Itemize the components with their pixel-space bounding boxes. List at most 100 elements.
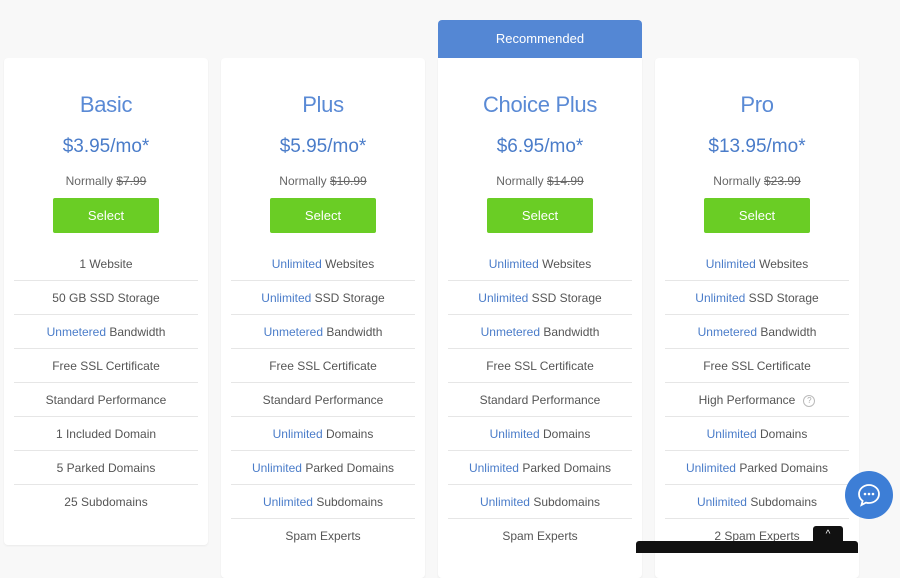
help-icon[interactable]: ? [803, 394, 816, 407]
normal-price-line: Normally $10.99 [221, 174, 425, 188]
normal-price: $23.99 [763, 174, 801, 188]
feature-highlight: Unlimited [468, 461, 519, 475]
feature-item: Spam Experts [448, 519, 632, 552]
feature-item: Standard Performance [14, 383, 198, 417]
chat-button[interactable] [845, 471, 893, 519]
normal-price: $14.99 [546, 174, 584, 188]
feature-highlight: Unlimited [489, 427, 540, 441]
feature-text: Standard Performance [262, 393, 384, 407]
feature-text: 25 Subdomains [64, 495, 148, 509]
feature-item: Unlimited Subdomains [448, 485, 632, 519]
feature-item: Unmetered Bandwidth [665, 315, 849, 349]
feature-list: Unlimited Websites Unlimited SSD Storage U… [231, 247, 415, 552]
feature-item: Unlimited Websites [231, 247, 415, 281]
feature-highlight: Unmetered [480, 325, 540, 339]
normal-price-line: Normally $14.99 [438, 174, 642, 188]
plan-price: $3.95/mo* [62, 136, 150, 157]
feature-item: Unlimited Domains [231, 417, 415, 451]
feature-text: Parked Domains [301, 461, 395, 475]
feature-item: Free SSL Certificate [448, 349, 632, 383]
chat-bubble-icon [858, 484, 880, 507]
feature-item: Free SSL Certificate [665, 349, 849, 383]
normal-price-line: Normally $7.99 [4, 174, 208, 188]
normal-price: $7.99 [116, 174, 147, 188]
plan-name: Basic [79, 92, 133, 117]
feature-text: Domains [756, 427, 808, 441]
plan-price: $6.95/mo* [496, 136, 584, 157]
select-button[interactable]: Select [270, 198, 376, 233]
feature-text: 1 Website [79, 257, 133, 271]
select-button[interactable]: Select [704, 198, 810, 233]
feature-highlight: Unmetered [263, 325, 323, 339]
feature-item: 1 Included Domain [14, 417, 198, 451]
feature-text: SSD Storage [745, 291, 819, 305]
chevron-up-icon: ^ [825, 529, 831, 540]
feature-text: Domains [539, 427, 591, 441]
feature-item: 25 Subdomains [14, 485, 198, 518]
feature-item: Unlimited Subdomains [231, 485, 415, 519]
feature-text: 5 Parked Domains [56, 461, 156, 475]
normal-price: $10.99 [329, 174, 367, 188]
feature-item: Unlimited Parked Domains [665, 451, 849, 485]
normally-label: Normally [713, 174, 761, 188]
feature-text: Parked Domains [518, 461, 612, 475]
feature-item: Unlimited SSD Storage [448, 281, 632, 315]
feature-text: Bandwidth [323, 325, 383, 339]
normally-label: Normally [65, 174, 113, 188]
feature-item: Spam Experts [231, 519, 415, 552]
feature-highlight: Unlimited [685, 461, 736, 475]
feature-highlight: Unlimited [251, 461, 302, 475]
plan-card-choice-plus: Choice Plus $6.95/mo* Normally $14.99 Selec… [438, 58, 642, 578]
feature-item: 5 Parked Domains [14, 451, 198, 485]
select-button[interactable]: Select [487, 198, 593, 233]
feature-highlight: Unlimited [261, 291, 312, 305]
scroll-top-button[interactable]: ^ [813, 526, 843, 544]
feature-text: Bandwidth [757, 325, 817, 339]
feature-text: Standard Performance [479, 393, 601, 407]
feature-text: Free SSL Certificate [52, 359, 160, 373]
feature-item: 50 GB SSD Storage [14, 281, 198, 315]
normal-price-line: Normally $23.99 [655, 174, 859, 188]
plan-name: Pro [740, 92, 774, 117]
plan-name: Choice Plus [482, 92, 598, 117]
plan-price: $5.95/mo* [279, 136, 367, 157]
select-button[interactable]: Select [53, 198, 159, 233]
feature-text: Free SSL Certificate [486, 359, 594, 373]
feature-text: Spam Experts [285, 529, 361, 543]
feature-item: Unlimited Parked Domains [448, 451, 632, 485]
feature-list: Unlimited Websites Unlimited SSD Storage U… [665, 247, 849, 552]
feature-item: Unmetered Bandwidth [14, 315, 198, 349]
plan-card-pro: Pro $13.95/mo* Normally $23.99 Select Unlimi… [655, 58, 859, 578]
feature-item: Standard Performance [231, 383, 415, 417]
feature-item: Free SSL Certificate [231, 349, 415, 383]
feature-item: 1 Website [14, 247, 198, 281]
feature-highlight: Unlimited [271, 257, 322, 271]
feature-text: Websites [321, 257, 375, 271]
feature-highlight: Unlimited [705, 257, 756, 271]
feature-item: Unlimited Domains [448, 417, 632, 451]
feature-highlight: Unlimited [695, 291, 746, 305]
feature-list: 1 Website 50 GB SSD Storage Unmetered Band… [14, 247, 198, 518]
normally-label: Normally [496, 174, 544, 188]
feature-item: Unlimited Websites [448, 247, 632, 281]
feature-text: Subdomains [529, 495, 601, 509]
feature-text: Websites [538, 257, 592, 271]
feature-text: Free SSL Certificate [269, 359, 377, 373]
feature-highlight: Unmetered [697, 325, 757, 339]
feature-text: Bandwidth [106, 325, 166, 339]
feature-text: High Performance [698, 393, 796, 407]
feature-item: Unlimited Domains [665, 417, 849, 451]
plan-name: Plus [302, 92, 344, 117]
feature-text: 1 Included Domain [55, 427, 157, 441]
feature-item: Standard Performance [448, 383, 632, 417]
feature-text: Bandwidth [540, 325, 600, 339]
feature-item: Unmetered Bandwidth [231, 315, 415, 349]
feature-text: SSD Storage [528, 291, 602, 305]
feature-list: Unlimited Websites Unlimited SSD Storage U… [448, 247, 632, 552]
plan-card-basic: Basic $3.95/mo* Normally $7.99 Select 1 Webs… [4, 58, 208, 545]
plan-card-plus: Plus $5.95/mo* Normally $10.99 Select Unlimi… [221, 58, 425, 578]
feature-item: High Performance? [665, 383, 849, 417]
feature-text: Free SSL Certificate [703, 359, 811, 373]
feature-item: Unlimited Websites [665, 247, 849, 281]
feature-item: Unlimited Parked Domains [231, 451, 415, 485]
